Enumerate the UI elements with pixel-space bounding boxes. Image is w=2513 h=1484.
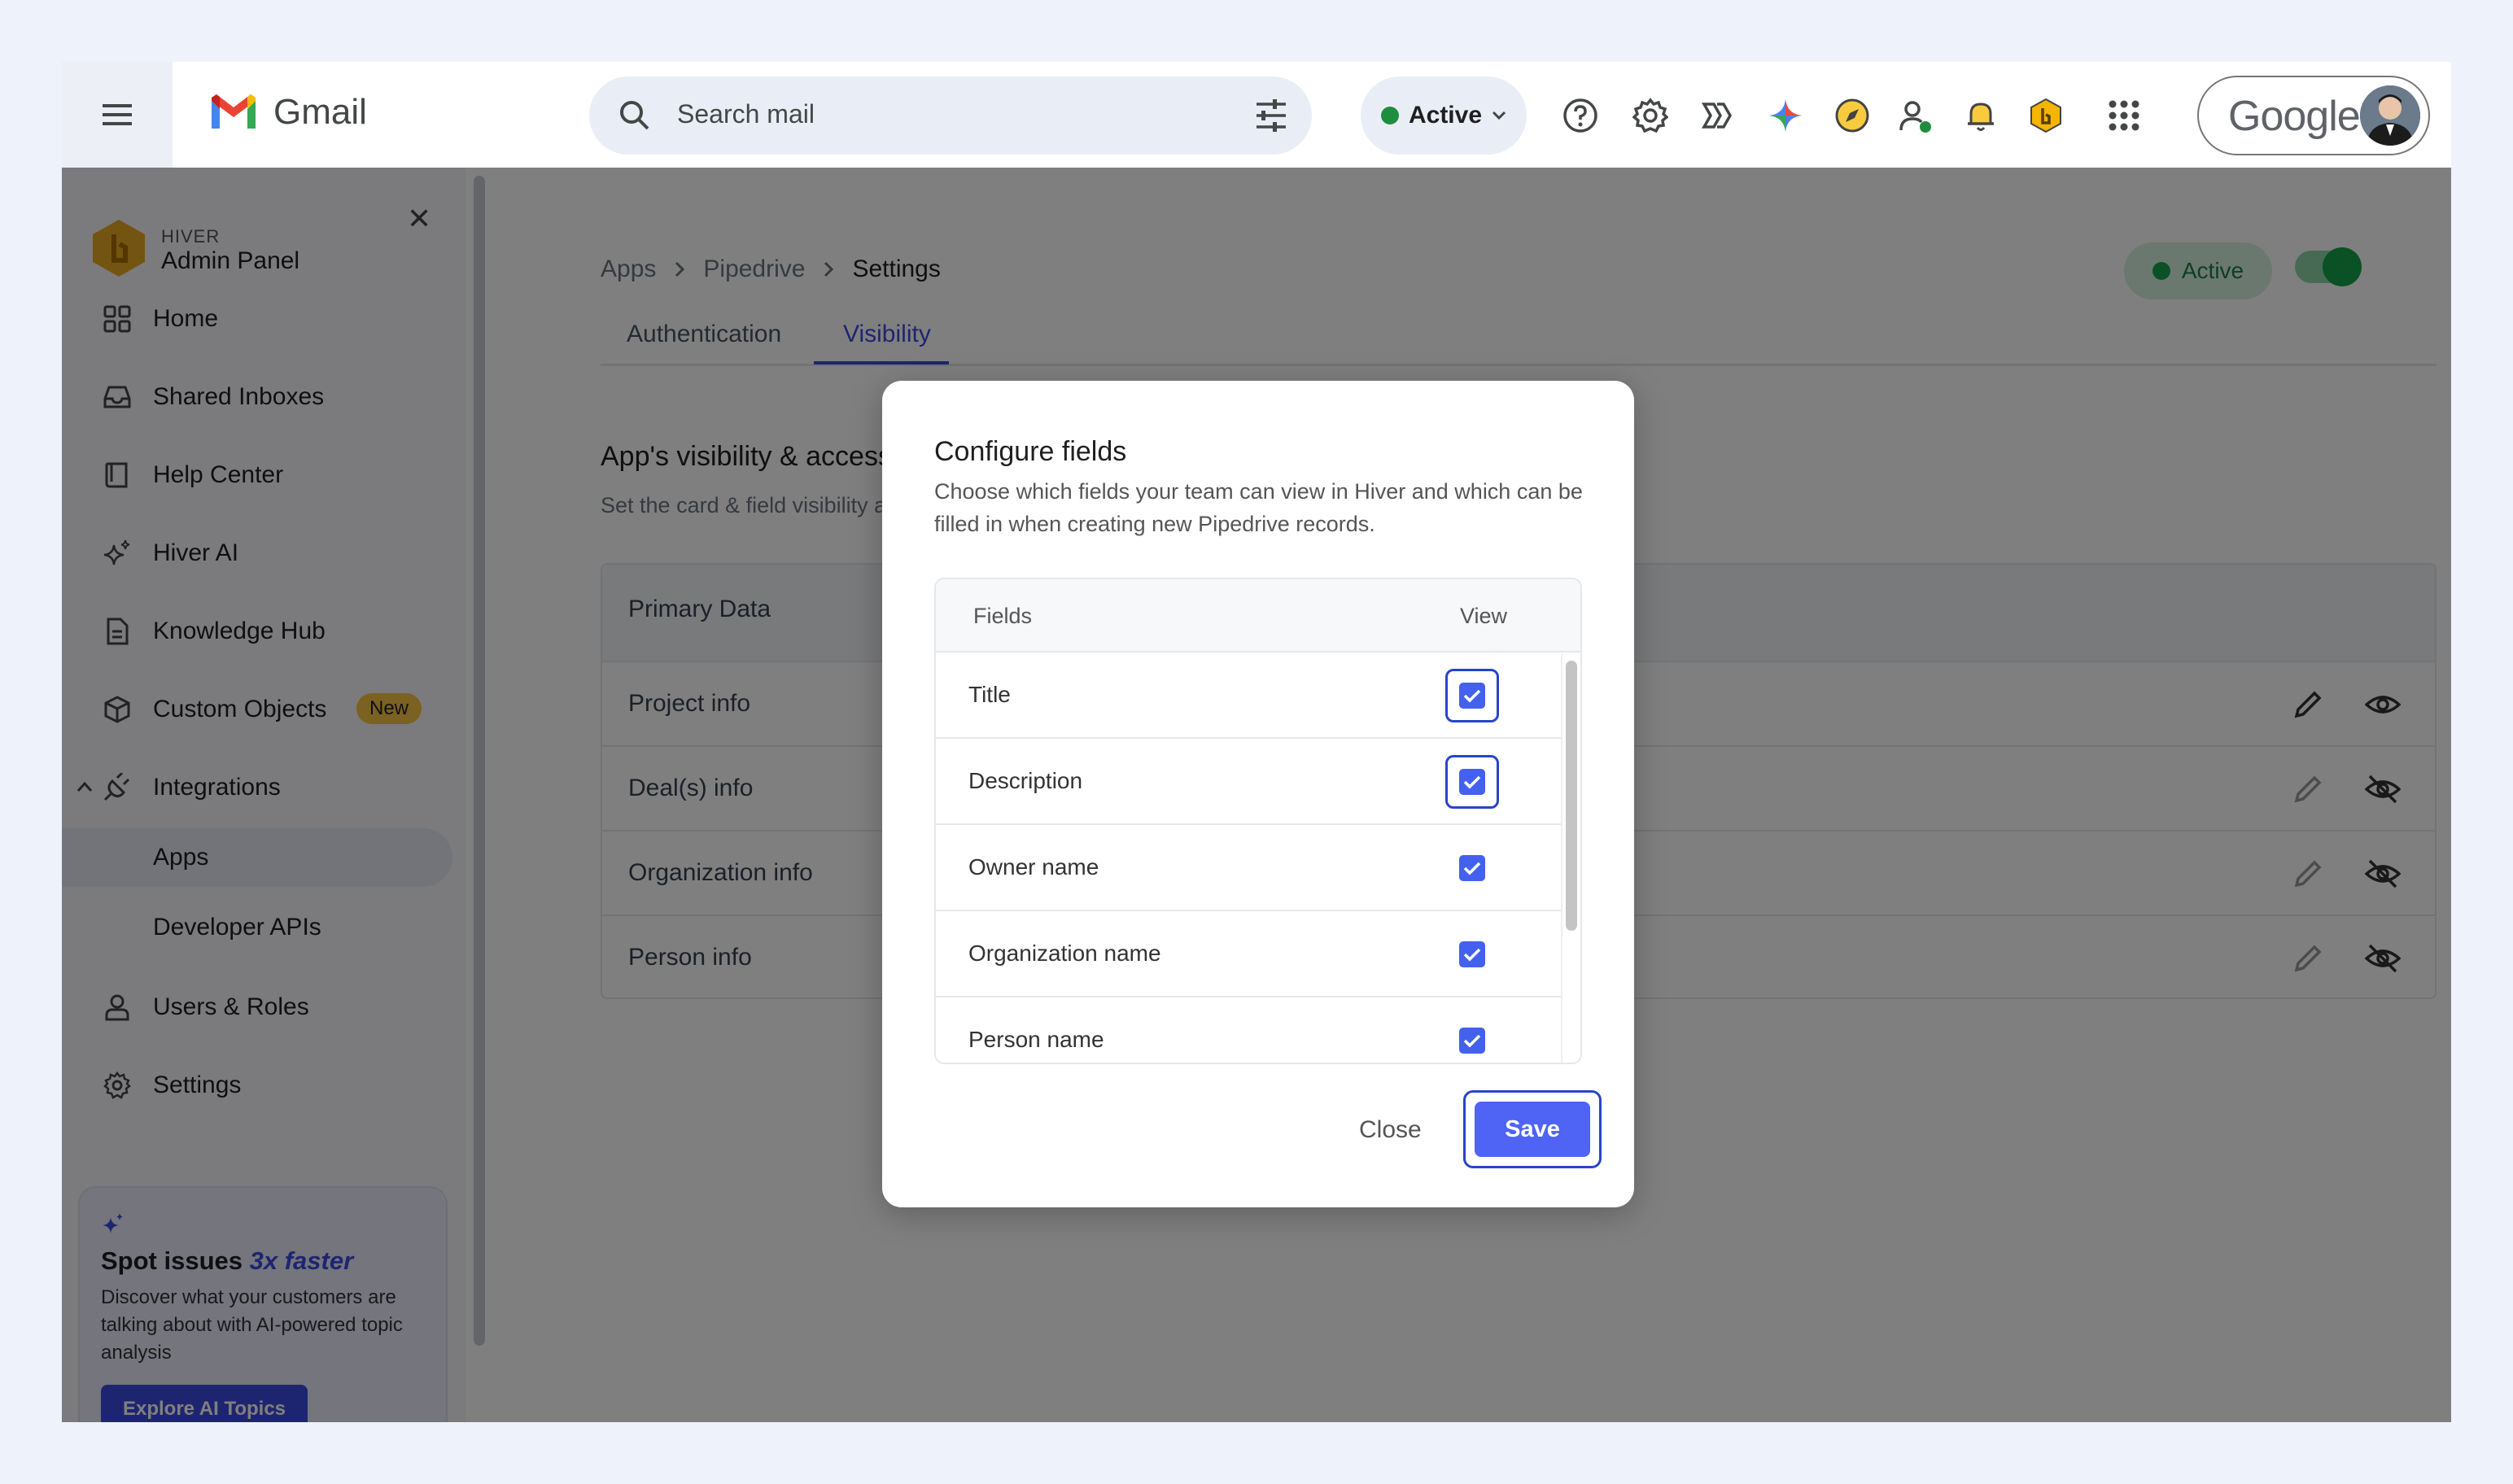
dialog-title: Configure fields bbox=[934, 436, 1127, 467]
save-button[interactable]: Save bbox=[1475, 1102, 1590, 1157]
fields-scrollbar-thumb[interactable] bbox=[1566, 661, 1577, 931]
hamburger-icon bbox=[103, 104, 132, 125]
checkbox-checked bbox=[1459, 855, 1485, 881]
checkbox-checked bbox=[1459, 1028, 1485, 1054]
check-icon bbox=[1463, 1034, 1481, 1048]
check-icon bbox=[1463, 689, 1481, 703]
view-checkbox-owner-name[interactable] bbox=[1445, 841, 1499, 895]
view-checkbox-title[interactable] bbox=[1445, 669, 1499, 722]
compass-icon[interactable] bbox=[1833, 96, 1872, 135]
google-account-button[interactable]: Google bbox=[2197, 76, 2430, 155]
fields-table-header: Fields View bbox=[936, 579, 1580, 653]
gmail-m-icon bbox=[212, 94, 256, 129]
search-icon[interactable] bbox=[615, 96, 654, 135]
close-button[interactable]: Close bbox=[1359, 1116, 1422, 1144]
status-dot bbox=[1380, 107, 1399, 124]
field-row-description: Description bbox=[936, 739, 1561, 825]
check-icon bbox=[1463, 948, 1481, 962]
google-wordmark: Google bbox=[2228, 93, 2361, 140]
fields-table: Fields View Title Description Owner name bbox=[934, 578, 1582, 1064]
dialog-description: Choose which fields your team can view i… bbox=[934, 479, 1583, 536]
view-checkbox-description[interactable] bbox=[1445, 755, 1499, 809]
view-checkbox-organization-name[interactable] bbox=[1445, 928, 1499, 981]
checkbox-checked bbox=[1459, 683, 1485, 709]
field-label: Person name bbox=[968, 1027, 1104, 1052]
chevron-down-icon bbox=[1492, 111, 1506, 120]
field-row-owner-name: Owner name bbox=[936, 825, 1561, 911]
gmail-topbar: Gmail Search mail Active Google bbox=[62, 62, 2451, 168]
gear-icon[interactable] bbox=[1631, 96, 1670, 135]
check-icon bbox=[1463, 775, 1481, 789]
search-bar[interactable]: Search mail bbox=[589, 76, 1312, 155]
help-icon[interactable] bbox=[1561, 96, 1600, 135]
view-column-header: View bbox=[1460, 604, 1508, 628]
gmail-logo[interactable]: Gmail bbox=[208, 92, 367, 133]
bell-icon[interactable] bbox=[1961, 96, 2000, 135]
field-row-organization-name: Organization name bbox=[936, 911, 1561, 997]
gemini-icon[interactable] bbox=[1766, 96, 1805, 135]
hiver-extension-icon[interactable] bbox=[2026, 96, 2065, 135]
field-row-person-name: Person name bbox=[936, 997, 1561, 1063]
app-window: Gmail Search mail Active Google Configur… bbox=[62, 62, 2451, 1422]
status-label: Active bbox=[1408, 102, 1483, 129]
search-filter-icon[interactable] bbox=[1253, 98, 1289, 133]
status-chip[interactable]: Active bbox=[1361, 76, 1527, 155]
checkbox-checked bbox=[1459, 941, 1485, 967]
search-input[interactable]: Search mail bbox=[677, 99, 815, 129]
apps-grid-icon[interactable] bbox=[2104, 96, 2144, 135]
configure-fields-dialog: Configure fields Choose which fields you… bbox=[882, 381, 1634, 1207]
contacts-icon[interactable] bbox=[1896, 96, 1935, 135]
fields-column-header: Fields bbox=[973, 604, 1033, 628]
field-row-title: Title bbox=[936, 653, 1561, 739]
view-checkbox-person-name[interactable] bbox=[1445, 1014, 1499, 1063]
field-label: Description bbox=[968, 768, 1083, 793]
gmail-logo-text: Gmail bbox=[273, 92, 367, 132]
workflow-icon[interactable] bbox=[1698, 96, 1737, 135]
check-icon bbox=[1463, 862, 1481, 875]
checkbox-checked bbox=[1459, 769, 1485, 795]
field-label: Organization name bbox=[968, 941, 1161, 966]
avatar bbox=[2360, 85, 2420, 146]
field-label: Owner name bbox=[968, 854, 1099, 879]
field-label: Title bbox=[968, 682, 1011, 707]
main-menu-button[interactable] bbox=[62, 62, 173, 168]
